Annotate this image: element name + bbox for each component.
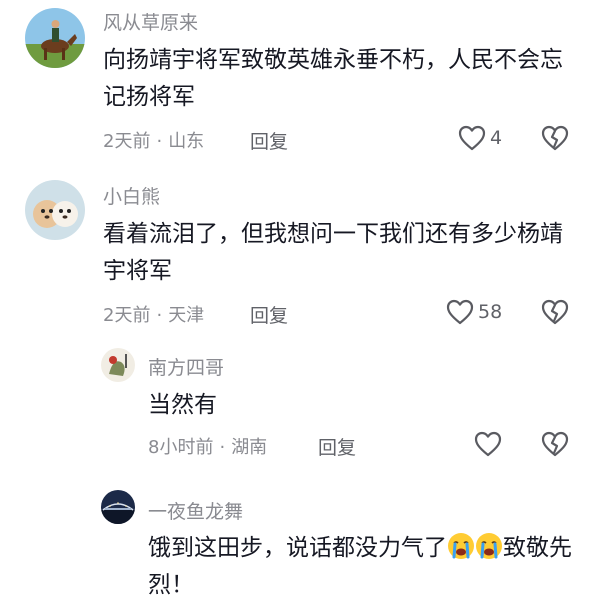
separator-dot: · <box>156 305 163 326</box>
reply-item: 一夜鱼龙舞 饿到这田步，说话都没力气了 致敬先烈！ <box>0 480 600 606</box>
dislike-button[interactable] <box>541 299 569 325</box>
reply-button[interactable]: 回复 <box>250 127 288 154</box>
user-avatar[interactable] <box>101 348 135 382</box>
comment-meta: 8小时前 · 湖南 <box>148 433 267 459</box>
crying-face-emoji-icon <box>448 533 474 559</box>
comment-text: 看着流泪了，但我想问一下我们还有多少杨靖宇将军 <box>103 221 563 284</box>
puppies-avatar-icon <box>25 180 85 240</box>
broken-heart-icon <box>541 299 569 325</box>
comment-meta: 2天前 · 山东 <box>103 127 204 153</box>
comment-text: 饿到这田步，说话都没力气了 致敬先烈！ <box>148 530 578 604</box>
heart-icon <box>446 299 474 325</box>
separator-dot: · <box>219 437 226 458</box>
comment-text: 当然有 <box>148 392 217 418</box>
user-avatar[interactable] <box>25 8 85 68</box>
reply-item: 南方四哥 当然有 8小时前 · 湖南 回复 <box>0 340 600 480</box>
user-avatar[interactable] <box>101 490 135 524</box>
heart-icon <box>458 125 486 151</box>
username[interactable]: 南方四哥 <box>148 353 224 380</box>
reply-button[interactable]: 回复 <box>250 301 288 328</box>
comment-time: 2天前 <box>103 131 151 152</box>
like-button[interactable] <box>474 431 502 457</box>
user-avatar[interactable] <box>25 180 85 240</box>
comment-time: 2天前 <box>103 305 151 326</box>
dislike-button[interactable] <box>541 431 569 457</box>
broken-heart-icon <box>541 431 569 457</box>
username[interactable]: 一夜鱼龙舞 <box>148 497 243 524</box>
like-count: 58 <box>478 301 503 323</box>
like-count: 4 <box>490 127 503 149</box>
like-button[interactable]: 4 <box>458 125 502 151</box>
dislike-button[interactable] <box>541 125 569 151</box>
comment-item: 风从草原来 向扬靖宇将军致敬英雄永垂不朽，人民不会忘记扬将军 2天前 · 山东 回复… <box>0 0 600 170</box>
username[interactable]: 风从草原来 <box>103 8 198 35</box>
heart-icon <box>474 431 502 457</box>
comment-meta: 2天前 · 天津 <box>103 301 204 327</box>
username[interactable]: 小白熊 <box>103 182 160 209</box>
comment-time: 8小时前 <box>148 437 214 458</box>
comment-item: 小白熊 看着流泪了，但我想问一下我们还有多少杨靖宇将军 2天前 · 天津 回复 58 <box>0 170 600 340</box>
comment-text: 向扬靖宇将军致敬英雄永垂不朽，人民不会忘记扬将军 <box>103 47 563 110</box>
comment-location: 湖南 <box>231 437 268 458</box>
comment-location: 山东 <box>168 131 205 152</box>
comment-location: 天津 <box>168 305 205 326</box>
broken-heart-icon <box>541 125 569 151</box>
bridge-night-avatar-icon <box>101 490 135 524</box>
like-button[interactable]: 58 <box>446 299 502 325</box>
separator-dot: · <box>156 131 163 152</box>
crying-face-emoji-icon <box>476 533 502 559</box>
ink-painting-avatar-icon <box>101 348 135 382</box>
comment-text-part: 饿到这田步，说话都没力气了 <box>148 535 447 561</box>
horse-rider-avatar-icon <box>25 8 85 68</box>
reply-button[interactable]: 回复 <box>318 433 356 460</box>
